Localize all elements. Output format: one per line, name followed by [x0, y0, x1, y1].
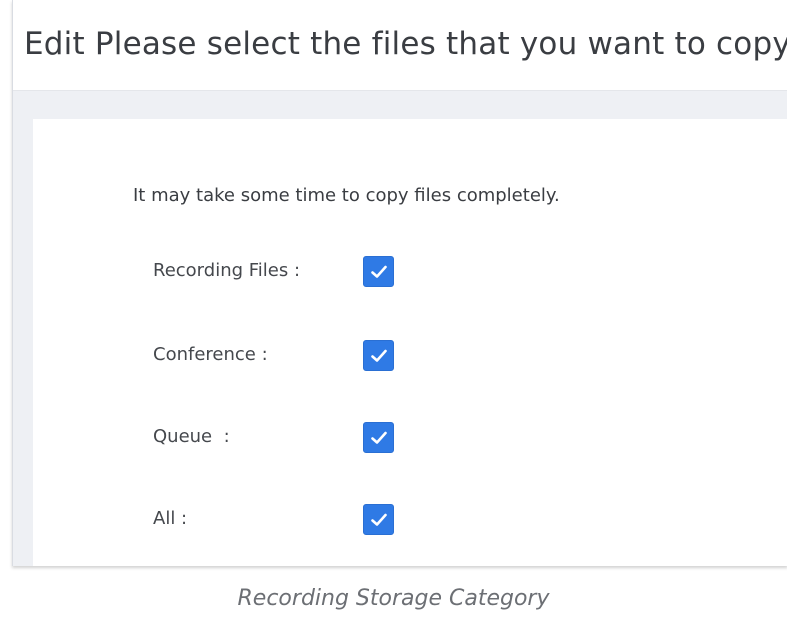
option-row-conference: Conference : — [33, 334, 787, 374]
copy-files-dialog: Edit Please select the files that you wa… — [12, 0, 787, 566]
all-label: All : — [153, 508, 188, 529]
check-icon — [371, 513, 387, 526]
queue-checkbox[interactable] — [363, 422, 394, 453]
copy-time-notice: It may take some time to copy files comp… — [133, 185, 560, 206]
check-icon — [371, 265, 387, 278]
all-checkbox[interactable] — [363, 504, 394, 535]
option-row-all: All : — [33, 498, 787, 538]
option-row-recording-files: Recording Files : — [33, 250, 787, 290]
queue-label: Queue : — [153, 426, 230, 447]
check-icon — [371, 349, 387, 362]
check-icon — [371, 431, 387, 444]
conference-checkbox[interactable] — [363, 340, 394, 371]
dialog-header: Edit Please select the files that you wa… — [13, 0, 787, 91]
option-row-queue: Queue : — [33, 416, 787, 456]
figure-caption: Recording Storage Category — [237, 586, 550, 611]
dialog-title: Edit Please select the files that you wa… — [24, 26, 787, 62]
recording-files-label: Recording Files : — [153, 260, 301, 281]
conference-label: Conference : — [153, 344, 268, 365]
recording-files-checkbox[interactable] — [363, 256, 394, 287]
dialog-body: It may take some time to copy files comp… — [33, 119, 787, 566]
